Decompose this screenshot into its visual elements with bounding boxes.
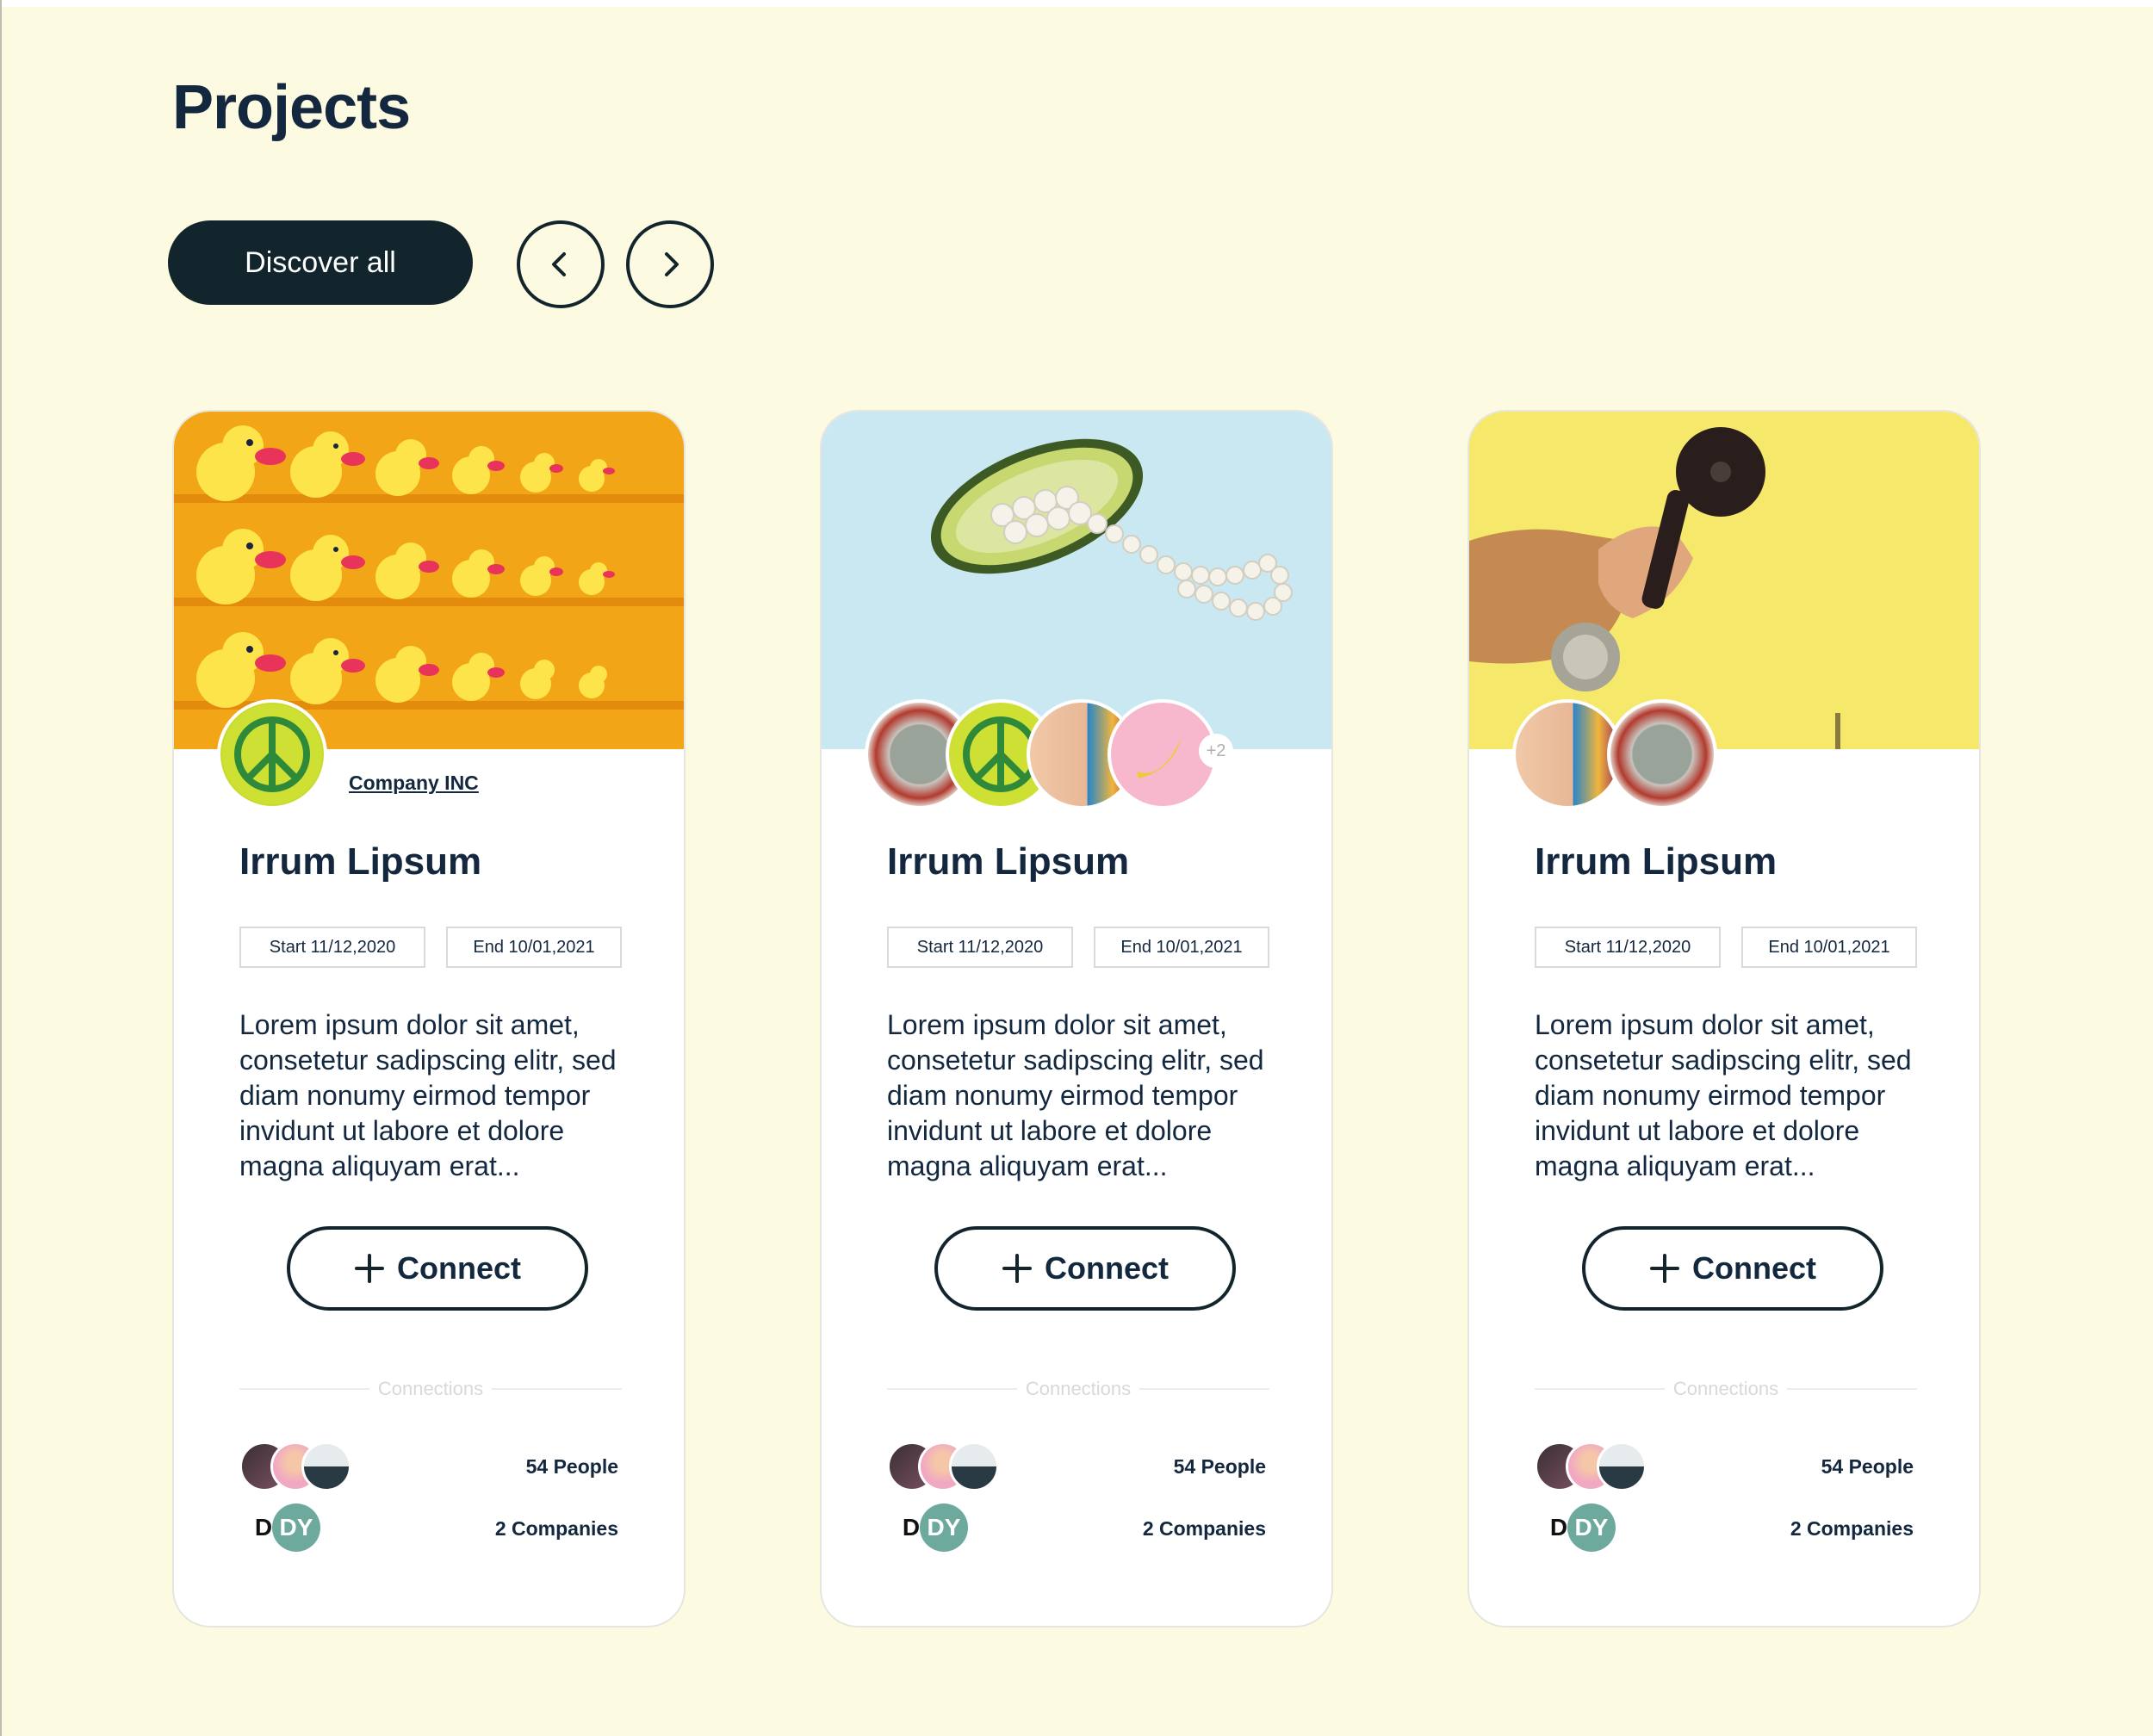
people-count: 54 People — [525, 1455, 618, 1478]
connections-label: Connections — [1025, 1378, 1132, 1399]
connect-button[interactable]: Connect — [934, 1226, 1236, 1311]
start-date-tag: Start 11/12,2020 — [887, 927, 1073, 968]
company-logo: DY — [1567, 1504, 1616, 1552]
project-cover-image — [1469, 412, 1979, 749]
end-date-tag: End 10/01,2021 — [1094, 927, 1269, 968]
next-button[interactable] — [626, 220, 714, 308]
project-card[interactable]: Company INC Irrum Lipsum Start 11/12,202… — [172, 410, 686, 1628]
project-cover-image — [174, 412, 684, 749]
project-description: Lorem ipsum dolor sit amet, consetetur s… — [239, 1009, 617, 1181]
companies-count: 2 Companies — [1790, 1517, 1914, 1540]
connections-divider: Connections — [1535, 1378, 1917, 1399]
plus-icon — [355, 1254, 384, 1283]
company-link[interactable]: Company INC — [349, 772, 479, 795]
project-title: Irrum Lipsum — [1535, 840, 1778, 883]
start-date-tag: Start 11/12,2020 — [239, 927, 425, 968]
person-avatar — [949, 1442, 999, 1491]
project-card[interactable]: +2 Irrum Lipsum Start 11/12,2020 End 10/… — [820, 410, 1333, 1628]
companies-count: 2 Companies — [1142, 1517, 1266, 1540]
page-title: Projects — [172, 73, 411, 142]
discover-all-button[interactable]: Discover all — [168, 220, 473, 305]
coin-avatar — [1607, 699, 1717, 809]
company-logos: D DY — [887, 1504, 982, 1555]
project-description: Lorem ipsum dolor sit amet, consetetur s… — [887, 1009, 1264, 1181]
person-avatar — [1597, 1442, 1647, 1491]
end-date-tag: End 10/01,2021 — [1741, 927, 1917, 968]
person-avatar — [301, 1442, 351, 1491]
project-title: Irrum Lipsum — [239, 840, 482, 883]
project-card[interactable]: Irrum Lipsum Start 11/12,2020 End 10/01,… — [1467, 410, 1981, 1628]
peace-logo-avatar — [217, 699, 327, 809]
more-members-badge[interactable]: +2 — [1199, 734, 1233, 768]
company-logo: DY — [920, 1504, 968, 1552]
end-date-tag: End 10/01,2021 — [446, 927, 622, 968]
top-border — [0, 0, 2153, 7]
company-logos: D DY — [1535, 1504, 1629, 1555]
plus-icon — [1002, 1254, 1032, 1283]
project-title: Irrum Lipsum — [887, 840, 1130, 883]
left-border — [0, 0, 2, 1736]
people-avatars — [1535, 1442, 1664, 1493]
project-description: Lorem ipsum dolor sit amet, consetetur s… — [1535, 1009, 1912, 1181]
connect-button[interactable]: Connect — [287, 1226, 588, 1311]
connections-label: Connections — [377, 1378, 484, 1399]
company-logos: D DY — [239, 1504, 334, 1555]
connect-button[interactable]: Connect — [1582, 1226, 1883, 1311]
people-avatars — [239, 1442, 369, 1493]
people-avatars — [887, 1442, 1016, 1493]
connections-divider: Connections — [887, 1378, 1269, 1399]
start-date-tag: Start 11/12,2020 — [1535, 927, 1721, 968]
connections-divider: Connections — [239, 1378, 622, 1399]
chevron-left-icon — [552, 252, 566, 276]
connect-label: Connect — [397, 1250, 521, 1286]
chevron-right-icon — [665, 252, 679, 276]
people-count: 54 People — [1173, 1455, 1266, 1478]
connections-label: Connections — [1672, 1378, 1779, 1399]
plus-icon — [1650, 1254, 1679, 1283]
connect-label: Connect — [1692, 1250, 1816, 1286]
company-logo: DY — [272, 1504, 320, 1552]
portrait-avatar — [1512, 699, 1623, 809]
companies-count: 2 Companies — [494, 1517, 618, 1540]
previous-button[interactable] — [517, 220, 605, 308]
people-count: 54 People — [1821, 1455, 1914, 1478]
connect-label: Connect — [1045, 1250, 1169, 1286]
